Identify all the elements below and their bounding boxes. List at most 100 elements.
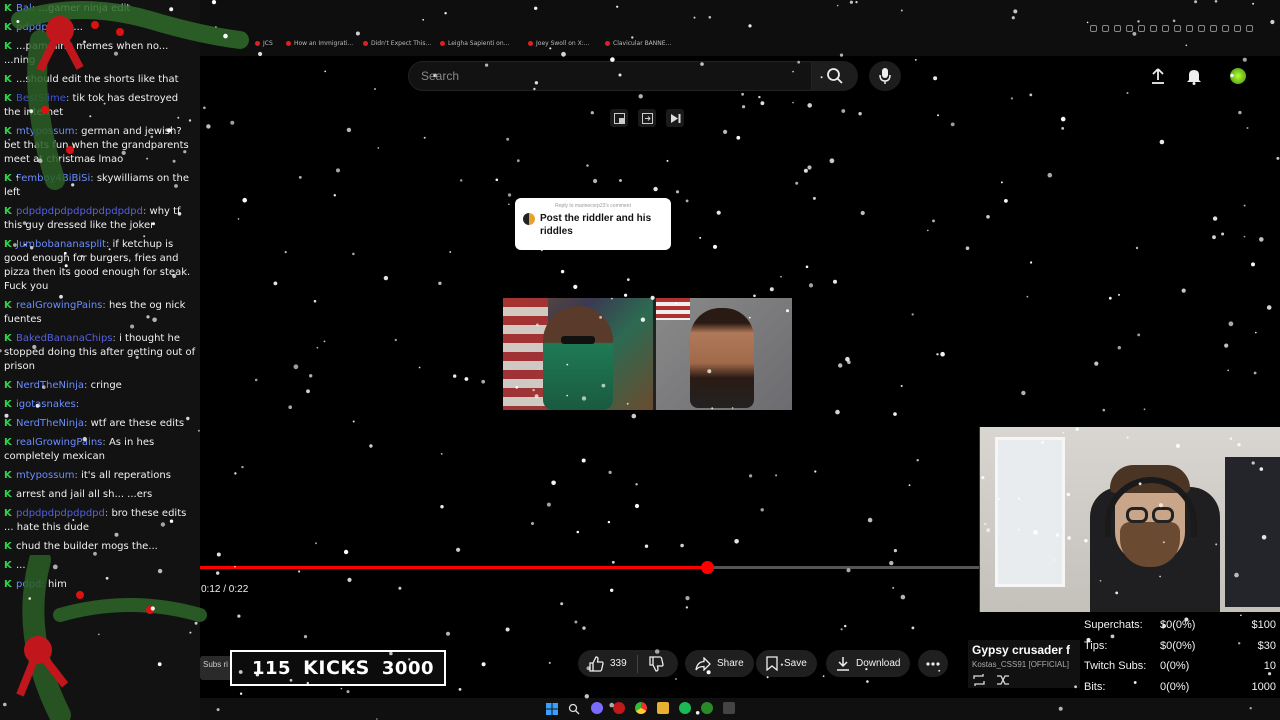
thumbs-down-icon[interactable] [648,655,664,672]
extension-icon[interactable] [1090,25,1097,32]
up-next-title: Gypsy crusader f [972,643,1071,657]
chat-text: it's all reperations [81,470,171,481]
repeat-icon[interactable] [972,674,986,686]
bookmark-item[interactable]: Leigha Sapienti on... [440,40,509,47]
taskbar-xbox-icon[interactable] [701,702,713,714]
chat-text: ... [16,560,26,571]
bookmark-item[interactable]: Didn't Expect This... [363,40,431,47]
kick-badge-icon: K [4,74,12,85]
bookmark-item[interactable]: JCS [255,40,273,47]
chat-username[interactable]: realGrowingPains [16,300,102,311]
like-button[interactable]: 339 [588,655,627,672]
bookmark-item[interactable]: How an Immigrati... [286,40,353,47]
download-icon [837,657,849,671]
taskbar-app-icon-2[interactable] [723,702,735,714]
chat-username[interactable]: pdpdpdpd [16,22,67,33]
kick-badge-icon: K [4,380,12,391]
chat-username[interactable]: pdpdpdpdpdpdpdpdpdpd [16,206,143,217]
avatar [1230,68,1246,84]
goal-value: 0(0%) [1160,680,1190,693]
save-button[interactable]: Save [756,650,817,677]
bookmark-icon [766,656,778,671]
next-button[interactable] [666,109,684,127]
windows-start-icon[interactable] [546,702,558,715]
chat-username[interactable]: NerdTheNinja [16,380,84,391]
extension-icon[interactable] [1114,25,1121,32]
extension-icon[interactable] [1210,25,1217,32]
chat-username[interactable]: BestSlime [16,93,66,104]
extension-icon[interactable] [1162,25,1169,32]
up-next-controls [972,674,1010,686]
create-button[interactable] [1148,66,1168,86]
goal-row: Tips: $0(0%) $30 [1084,640,1276,658]
search-icon [827,68,843,84]
taskbar-app-icon[interactable] [591,702,603,714]
bookmark-favicon-icon [286,41,291,46]
extension-icon[interactable] [1138,25,1145,32]
miniplayer-button[interactable] [610,109,628,127]
progress-bar[interactable] [200,561,980,574]
taskbar-search-icon[interactable] [568,702,580,715]
theater-button[interactable] [638,109,656,127]
extension-icon[interactable] [1222,25,1229,32]
notifications-button[interactable] [1184,66,1204,86]
up-next-card[interactable]: Gypsy crusader f Kostas_CSS91 [OFFICIAL] [968,640,1080,688]
taskbar-chrome-icon[interactable] [635,702,647,714]
share-button[interactable]: Share [685,650,754,677]
account-avatar[interactable] [1228,66,1248,86]
taskbar-folder-icon[interactable] [657,702,669,714]
extension-icon[interactable] [1234,25,1241,32]
kick-badge-icon: K [4,399,12,410]
comment-text-row: Post the riddler and his riddles [523,212,663,238]
chat-text: ... [73,22,83,33]
chat-username[interactable]: igotasnakes [16,399,76,410]
chat-message: Kpdpdpdpdpdpdpdpdpdpd: why tf this guy d… [0,203,200,236]
bookmark-favicon-icon [363,41,368,46]
chat-username[interactable]: mtypossum [16,126,75,137]
search-button[interactable] [812,61,858,91]
browser-top-bar: JCS How an Immigrati... Didn't Expect This… [200,0,1280,56]
chat-username[interactable]: mtypossum [16,470,75,481]
chat-username[interactable]: Femboy4BiBiSi [16,173,90,184]
bookmark-label: Leigha Sapienti on... [448,40,510,47]
voice-search-button[interactable] [869,61,901,91]
extension-icon[interactable] [1126,25,1133,32]
more-actions-button[interactable] [918,650,948,677]
extension-icon[interactable] [1174,25,1181,32]
extension-icon[interactable] [1102,25,1109,32]
progress-scrubber[interactable] [701,561,714,574]
bookmark-item[interactable]: Clavicular BANNE... [605,40,671,47]
bookmark-favicon-icon [440,41,445,46]
sunglasses [561,336,595,344]
search-input[interactable]: Search [408,61,812,91]
download-button[interactable]: Download [826,650,911,677]
taskbar-spotify-icon[interactable] [679,702,691,714]
background-clothes [1225,457,1280,607]
bell-icon [1187,70,1201,85]
video-frame-clip [503,298,792,410]
goal-row: Superchats: $0(0%) $100 [1084,619,1276,637]
extension-icon[interactable] [1198,25,1205,32]
extension-icon[interactable] [1246,25,1253,32]
taskbar-opera-icon[interactable] [613,702,625,714]
thumbs-up-icon [589,655,604,672]
chat-message: KrealGrowingPains: hes the og nick fuent… [0,297,200,330]
chat-username[interactable]: Jumbobananasplit [16,239,106,250]
bookmark-item[interactable]: Joey Swoll on X:... [528,40,589,47]
chat-username[interactable]: pdpdpdpdpdpdpd [16,508,105,519]
extension-icon[interactable] [1150,25,1157,32]
chat-username[interactable]: Bal [16,3,32,14]
extension-icon[interactable] [1186,25,1193,32]
chat-username[interactable]: BakedBananaChips [16,333,113,344]
kick-badge-icon: K [4,470,12,481]
shuffle-icon[interactable] [996,674,1010,686]
chat-message: Kpdpdpdpdpdpdpd: bro these edits ... hat… [0,505,200,538]
chat-message: Kmtypossum: german and jewish? bet thats… [0,123,200,170]
chat-message: K... [0,557,200,576]
chat-message: K NerdTheNinja: cringe [0,377,200,396]
chat-message: Kchud the builder mogs the... [0,538,200,557]
chat-username[interactable]: pdpd [16,579,41,590]
chat-username[interactable]: NerdTheNinja [16,418,84,429]
commenter-avatar [523,213,535,225]
chat-username[interactable]: realGrowingPains [16,437,102,448]
